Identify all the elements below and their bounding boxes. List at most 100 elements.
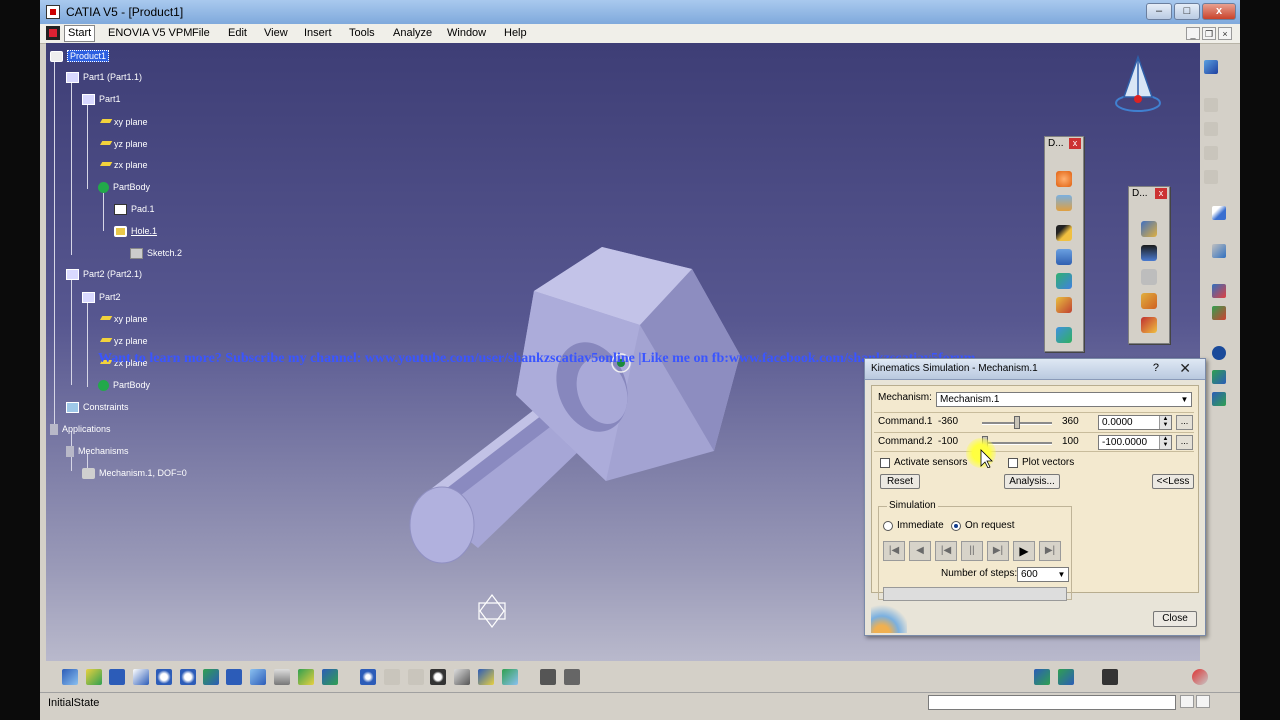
measure-icon[interactable] bbox=[1202, 96, 1220, 114]
jump-to-end-icon[interactable]: ▶| bbox=[1039, 541, 1061, 561]
jump-to-start-icon[interactable]: |◀ bbox=[883, 541, 905, 561]
multi-view-icon[interactable] bbox=[224, 667, 244, 687]
dmu-toolbar-2-header[interactable]: D... x bbox=[1129, 187, 1169, 201]
menu-enovia[interactable]: ENOVIA V5 VPM bbox=[108, 27, 192, 39]
compass-icon[interactable] bbox=[1112, 53, 1164, 117]
plot-vectors-checkbox[interactable] bbox=[1008, 458, 1018, 468]
number-of-steps-select[interactable]: 600 ▼ bbox=[1017, 567, 1069, 582]
dmu-toolbar-1-close-icon[interactable]: x bbox=[1069, 138, 1081, 149]
workbench-icon[interactable] bbox=[1202, 58, 1220, 76]
close-button[interactable]: x bbox=[1202, 3, 1236, 20]
on-request-radio[interactable] bbox=[951, 521, 961, 531]
command1-slider-thumb[interactable] bbox=[1014, 416, 1020, 429]
mechanism-select[interactable]: Mechanism.1 ▼ bbox=[936, 392, 1192, 407]
command1-slider[interactable] bbox=[982, 415, 1052, 431]
clipping-icon[interactable] bbox=[452, 667, 472, 687]
minimize-button[interactable]: – bbox=[1146, 3, 1172, 20]
chevron-down-icon[interactable]: ▼ bbox=[1179, 394, 1190, 405]
help-icon[interactable]: ? bbox=[1153, 362, 1159, 374]
speed-acceleration-icon[interactable] bbox=[1053, 325, 1075, 345]
select-arrow-icon[interactable] bbox=[1210, 204, 1228, 222]
simulate-with-commands-icon[interactable] bbox=[1138, 219, 1160, 239]
less-button[interactable]: <<Less bbox=[1152, 474, 1194, 489]
sphere-joint-icon[interactable] bbox=[1053, 169, 1075, 189]
dmu-toolbar-1-header[interactable]: D... x bbox=[1045, 137, 1083, 151]
close-dialog-button[interactable]: Close bbox=[1153, 611, 1197, 627]
zoom-out-icon[interactable] bbox=[178, 667, 198, 687]
dialog-close-icon[interactable]: ✕ bbox=[1179, 360, 1191, 377]
power-input-field[interactable] bbox=[928, 695, 1176, 710]
dialog-title-bar[interactable]: Kinematics Simulation - Mechanism.1 ? ✕ bbox=[865, 359, 1205, 380]
zoom-in-icon[interactable] bbox=[154, 667, 174, 687]
constraint-icon[interactable] bbox=[1210, 390, 1228, 408]
menu-window[interactable]: Window bbox=[447, 27, 486, 39]
fixed-part-icon[interactable] bbox=[1053, 247, 1075, 267]
save-viewpoint-icon[interactable] bbox=[1056, 667, 1076, 687]
replay-icon[interactable] bbox=[1138, 243, 1160, 263]
play-forward-icon[interactable]: ▶ bbox=[1013, 541, 1035, 561]
swap-visible-space-icon[interactable] bbox=[320, 667, 340, 687]
depth-effect-icon[interactable] bbox=[500, 667, 520, 687]
mdi-restore-button[interactable]: ❐ bbox=[1202, 27, 1216, 40]
snap-to-point-icon[interactable] bbox=[358, 667, 378, 687]
spinner-icon[interactable]: ▲ ▼ bbox=[1159, 436, 1171, 449]
sectioning-icon[interactable] bbox=[562, 667, 582, 687]
menu-tools[interactable]: Tools bbox=[349, 27, 375, 39]
rotate-icon[interactable] bbox=[131, 667, 151, 687]
menu-edit[interactable]: Edit bbox=[228, 27, 247, 39]
command1-more-button[interactable]: ... bbox=[1176, 415, 1193, 430]
status-button-2[interactable] bbox=[1196, 695, 1210, 708]
previous-view-icon[interactable] bbox=[382, 667, 402, 687]
measure-between-icon[interactable] bbox=[1202, 120, 1220, 138]
analysis-button[interactable]: Analysis... bbox=[1004, 474, 1060, 489]
magnifier-icon[interactable] bbox=[428, 667, 448, 687]
measure-inertia-icon[interactable] bbox=[1202, 168, 1220, 186]
play-backward-icon[interactable]: |◀ bbox=[935, 541, 957, 561]
chevron-down-icon[interactable]: ▼ bbox=[1056, 569, 1067, 580]
immediate-radio[interactable] bbox=[883, 521, 893, 531]
activate-sensors-checkbox[interactable] bbox=[880, 458, 890, 468]
menu-file[interactable]: File bbox=[192, 27, 210, 39]
catia-logo-icon[interactable] bbox=[46, 26, 60, 40]
maximize-button[interactable]: □ bbox=[1174, 3, 1200, 20]
next-view-icon[interactable] bbox=[406, 667, 426, 687]
dmu-toolbar-2-close-icon[interactable]: x bbox=[1155, 188, 1167, 199]
reset-button[interactable]: Reset bbox=[880, 474, 920, 489]
kinematics-joint-icon[interactable] bbox=[1053, 223, 1075, 243]
clash-icon[interactable] bbox=[1210, 282, 1228, 300]
mdi-minimize-button[interactable]: _ bbox=[1186, 27, 1200, 40]
title-bar[interactable]: CATIA V5 - [Product1] – □ x bbox=[40, 0, 1240, 25]
measure-item-icon[interactable] bbox=[1202, 144, 1220, 162]
tools-icon[interactable] bbox=[1138, 315, 1160, 335]
hide-show-icon[interactable] bbox=[296, 667, 316, 687]
command2-value-input[interactable]: -100.0000 ▲ ▼ bbox=[1098, 435, 1172, 450]
normal-view-icon[interactable] bbox=[201, 667, 221, 687]
fly-mode-icon[interactable] bbox=[60, 667, 80, 687]
command2-more-button[interactable]: ... bbox=[1176, 435, 1193, 450]
step-back-icon[interactable]: ◀ bbox=[909, 541, 931, 561]
status-button-1[interactable] bbox=[1180, 695, 1194, 708]
spinner-icon[interactable]: ▲ ▼ bbox=[1159, 416, 1171, 429]
command1-value-input[interactable]: 0.0000 ▲ ▼ bbox=[1098, 415, 1172, 430]
assembly-constraint-icon[interactable] bbox=[1053, 193, 1075, 213]
menu-help[interactable]: Help bbox=[504, 27, 527, 39]
pause-icon[interactable]: || bbox=[961, 541, 983, 561]
mechanism-analysis-icon[interactable] bbox=[1053, 295, 1075, 315]
menu-start[interactable]: Start bbox=[64, 25, 96, 42]
simulation-icon[interactable] bbox=[1053, 271, 1075, 291]
shading-icon[interactable] bbox=[272, 667, 292, 687]
menu-analyze[interactable]: Analyze bbox=[393, 27, 432, 39]
mdi-close-button[interactable]: × bbox=[1218, 27, 1232, 40]
menu-insert[interactable]: Insert bbox=[304, 27, 332, 39]
edit-sequence-icon[interactable] bbox=[1138, 291, 1160, 311]
iso-view-icon[interactable] bbox=[248, 667, 268, 687]
capture-camera-icon[interactable] bbox=[1100, 667, 1120, 687]
measure-distance-icon[interactable] bbox=[538, 667, 558, 687]
pan-icon[interactable] bbox=[107, 667, 127, 687]
distance-icon[interactable] bbox=[1210, 304, 1228, 322]
menu-view[interactable]: View bbox=[264, 27, 288, 39]
record-icon[interactable] bbox=[1032, 667, 1052, 687]
fit-all-in-icon[interactable] bbox=[84, 667, 104, 687]
update-icon[interactable] bbox=[1210, 368, 1228, 386]
lighting-icon[interactable] bbox=[476, 667, 496, 687]
